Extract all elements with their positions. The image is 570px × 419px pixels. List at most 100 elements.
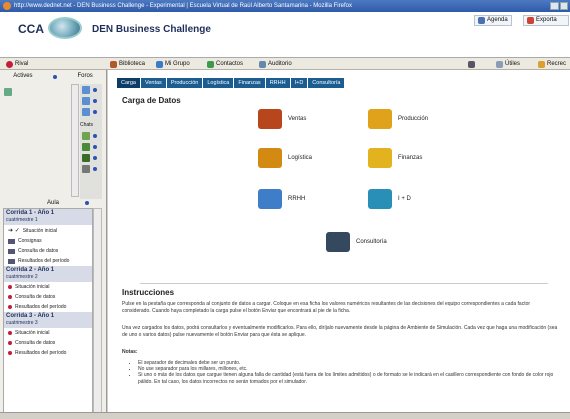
note-item: Si uno o más de los datos que cargue tie… [138,372,558,384]
flask-icon [368,189,392,209]
item-label: Ventas [288,116,307,122]
tab-rrhh[interactable]: RRHH [265,78,290,88]
tab-consultoría[interactable]: Consultoría [308,78,345,88]
brand-logo-text: CCA [18,22,44,36]
corrida-item-label: Consulta de datos [15,294,56,300]
corrida-item-label: Consulta de datos [15,340,56,346]
item-finanzas[interactable]: Finanzas [368,148,422,168]
nav-label: Recrec [547,61,567,67]
nav-label: Mi Grupo [165,61,190,67]
list-icon [8,238,15,244]
nav-item-mi-grupo[interactable]: Mi Grupo [156,58,190,70]
actives-list [3,84,71,199]
minimize-icon[interactable] [550,2,559,10]
nav-item-biblioteca[interactable]: Biblioteca [110,58,145,70]
nav-item-contactos[interactable]: Contactos [207,58,243,70]
left-tabs: Actives Foros [3,73,103,83]
corrida-item[interactable]: Resultados del período [4,256,92,266]
notes-list: El separador de decimales debe ser un pu… [130,360,558,385]
tab-actives[interactable]: Actives [13,73,32,83]
corrida-item[interactable]: Consulta de datos [4,246,92,256]
tab-finanzas[interactable]: Finanzas [234,78,265,88]
dot-icon [93,167,97,171]
tab-logística[interactable]: Logística [203,78,234,88]
arrow-check-icon: ➔ ✓ [8,228,20,234]
instructions-title: Instrucciones [122,288,175,297]
corrida-item[interactable]: Resultados del período [4,302,92,312]
tree-icon[interactable] [82,154,90,162]
dot-icon [93,156,97,160]
people-icon [258,189,282,209]
recreo-icon [538,60,545,68]
corrida-subtitle: cuatrimestre 1 [6,217,38,223]
pencil-icon[interactable] [82,143,90,151]
corrida-item-label: Situación inicial [15,330,50,336]
app-title: DEN Business Challenge [92,24,211,35]
aula-header: Aula [3,199,103,207]
nav-item-auditorio[interactable]: Auditorio [259,58,292,70]
forum-icon[interactable] [82,108,90,116]
forum-icon[interactable] [82,86,90,94]
corrida-item[interactable]: ➔ ✓ Situación inicial [4,225,92,236]
corrida-item[interactable]: Consulta de datos [4,292,92,302]
nav-label: Útiles [505,61,521,67]
corrida-item[interactable]: Consulta de datos [4,338,92,348]
instructions-paragraph-1: Pulse en la pestaña que corresponda al c… [122,301,531,314]
window-titlebar: http://www.dednet.net - DEN Business Cha… [0,0,570,12]
corrida-header[interactable]: Corrida 2 - Año 1 cuatrimestre 2 [4,266,92,282]
item-log-stica[interactable]: Logística [258,148,312,168]
nav-item-utiles[interactable]: Útiles [496,58,520,70]
tab-i-d[interactable]: I+D [290,78,308,88]
corrida-item-label: Resultados del período [15,304,67,310]
hash-icon [468,60,475,68]
item-i-d[interactable]: I + D [368,189,411,209]
corridas-scrollbar[interactable] [93,208,102,413]
tab-carga[interactable]: Carga [117,78,140,88]
briefcase-icon [258,109,282,129]
chat-icon[interactable] [82,132,90,140]
list-icon [8,248,15,254]
list-icon [8,258,15,264]
nav-item-recreo[interactable]: Recrec [538,58,566,70]
nav-label: Auditorio [268,61,292,67]
item-rrhh[interactable]: RRHH [258,189,305,209]
forklift-icon [258,148,282,168]
corrida-item[interactable]: Consignas [4,236,92,246]
corrida-item[interactable]: Situación inicial [4,328,92,338]
globe-logo-icon [48,17,82,39]
nav-item-rival[interactable]: Rival [6,58,28,70]
user-icon[interactable] [4,88,12,96]
item-label: Producción [398,116,429,122]
item-producci-n[interactable]: Producción [368,109,428,129]
info-dot-icon [85,201,89,205]
forum-icon[interactable] [82,97,90,105]
item-consultor-a[interactable]: Consultoría [326,232,387,252]
red-dot-icon [8,285,12,289]
corrida-item-label: Resultados del período [15,350,67,356]
tab-foros[interactable]: Foros [77,73,92,83]
agenda-button[interactable]: Agenda [474,15,512,26]
red-dot-icon [8,305,12,309]
tab-producción[interactable]: Producción [166,78,203,88]
corrida-item[interactable]: Situación inicial [4,282,92,292]
corrida-header[interactable]: Corrida 1 - Año 1 cuatrimestre 1 [4,209,92,225]
nav-label: Contactos [216,61,244,67]
agenda-label: Agenda [487,17,508,23]
corrida-header[interactable]: Corrida 3 - Año 1 cuatrimestre 3 [4,312,92,328]
tab-ventas[interactable]: Ventas [140,78,166,88]
exporta-button[interactable]: Exporta [523,15,569,26]
corrida-item-label: Resultados del período [18,258,70,264]
info-dot-icon [53,75,57,79]
item-ventas[interactable]: Ventas [258,109,306,129]
contacts-icon [207,60,214,68]
corrida-item[interactable]: Resultados del período [4,348,92,358]
corrida-subtitle: cuatrimestre 2 [6,274,38,280]
dot-icon [93,110,97,114]
grid-icon[interactable] [82,165,90,173]
red-dot-icon [8,331,12,335]
window-controls[interactable] [550,2,568,10]
actives-scrollbar[interactable] [71,84,79,197]
close-icon[interactable] [559,2,568,10]
nav-item-hash[interactable] [468,58,475,70]
content-tabs: Carga Ventas Producción Logística Finanzas RR… [117,78,345,88]
